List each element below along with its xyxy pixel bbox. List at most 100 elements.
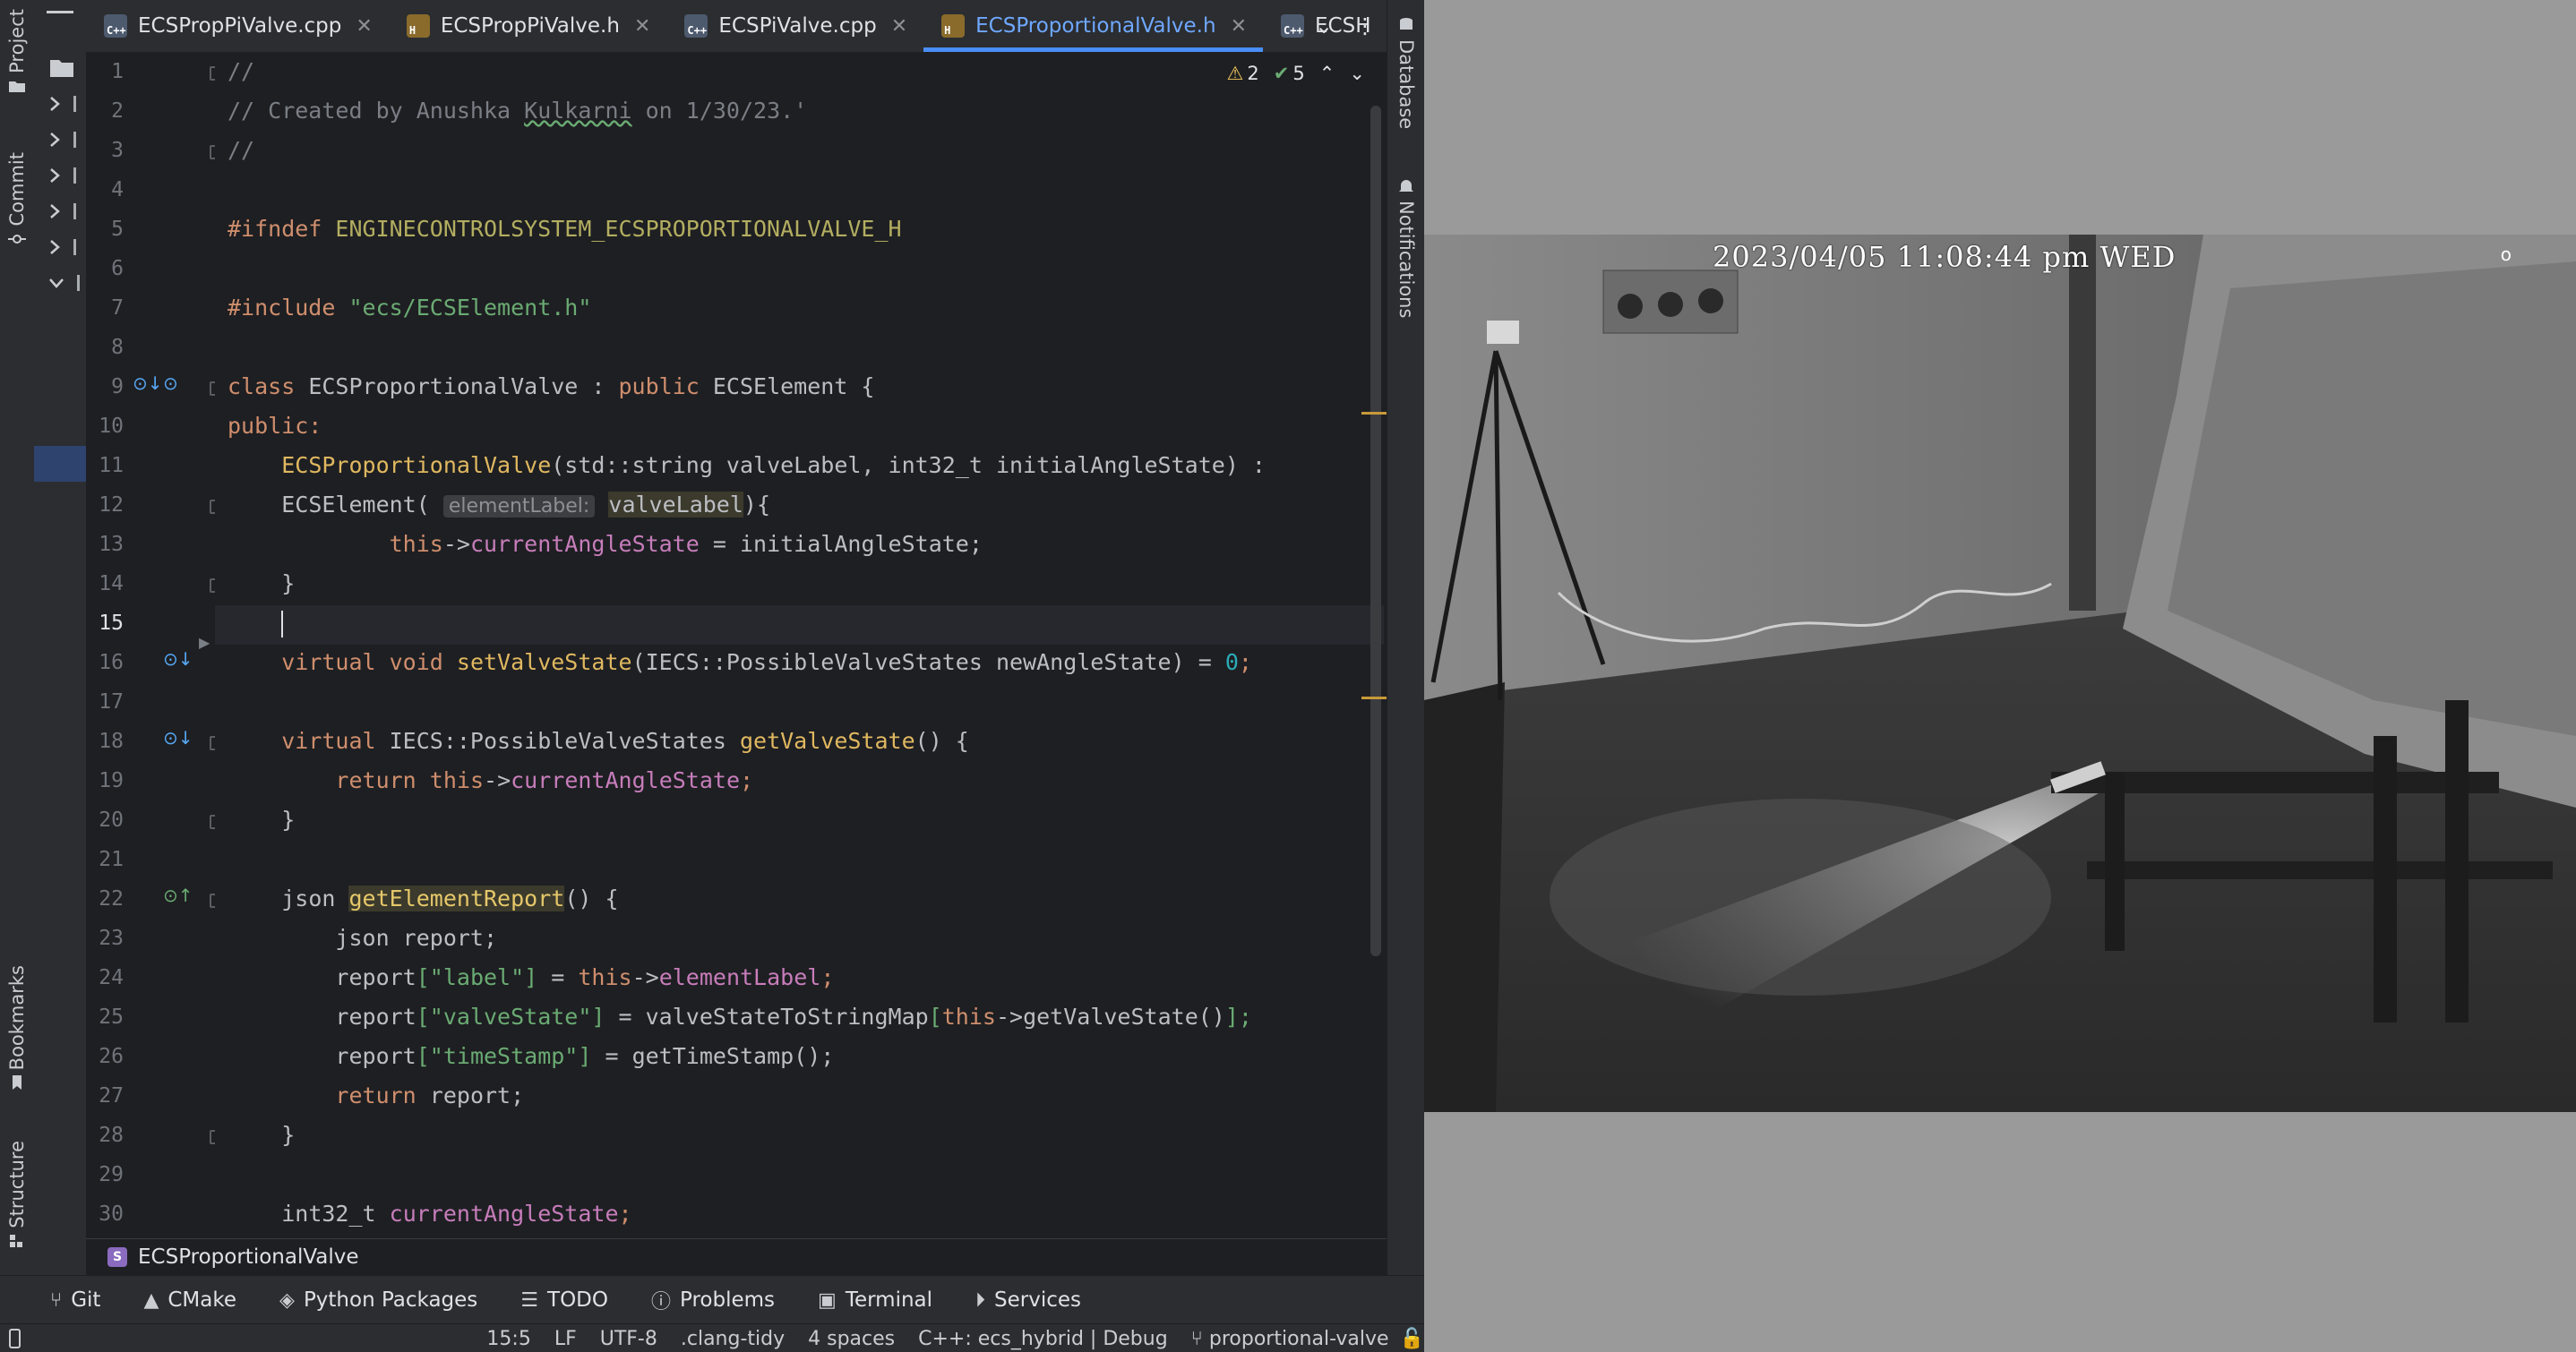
status-bar: 15:5 LF UTF-8 .clang-tidy 4 spaces C++: …: [0, 1323, 1424, 1352]
ok-count: 5: [1292, 63, 1305, 84]
error-stripe-mark[interactable]: [1361, 412, 1387, 415]
line-number: 20: [99, 809, 124, 832]
header-file-icon: H: [941, 14, 966, 38]
tab-label: ECSPropPiValve.cpp: [138, 14, 342, 38]
todo-tool-button[interactable]: ☰ TODO: [520, 1288, 608, 1312]
current-line-highlight: [215, 605, 1384, 645]
chevron-down-icon[interactable]: ⌄: [1349, 63, 1365, 84]
code-line-20: }: [281, 807, 296, 833]
right-tool-strip: Database Notifications: [1387, 0, 1424, 1352]
line-number: 1: [111, 60, 124, 83]
more-options-icon[interactable]: ⋮: [1354, 13, 1376, 39]
chevron-right-icon: [50, 97, 60, 111]
line-number: 18: [99, 730, 124, 753]
code-line-14: }: [281, 570, 296, 596]
structure-tool-tab[interactable]: Structure: [0, 1141, 34, 1248]
line-number: 4: [111, 178, 124, 201]
code-editor[interactable]: // // Created by Anushka Kulkarni on 1/3…: [215, 52, 1384, 1238]
file-encoding[interactable]: UTF-8: [600, 1328, 657, 1350]
database-tab-label: Database: [1395, 39, 1417, 130]
project-tab-label: Project: [6, 9, 28, 73]
project-root-row[interactable]: [34, 50, 86, 86]
line-number: 17: [99, 690, 124, 714]
text-cursor: [281, 611, 284, 637]
chevron-down-icon[interactable]: ⌄: [1315, 13, 1333, 39]
tab-ecs-pi-valve-cpp[interactable]: C++ ECSPiValve.cpp ✕: [666, 0, 923, 52]
line-number: 21: [99, 848, 124, 871]
services-tool-button[interactable]: ⏵ Services: [975, 1288, 1081, 1312]
implemented-down-icon[interactable]: ⊙↓: [133, 372, 163, 394]
close-icon[interactable]: ✕: [891, 15, 907, 38]
close-icon[interactable]: ✕: [1231, 15, 1247, 38]
linter-indicator[interactable]: .clang-tidy: [681, 1328, 785, 1350]
terminal-tool-button[interactable]: ▣ Terminal: [818, 1288, 932, 1312]
tree-row[interactable]: [34, 122, 86, 158]
database-icon: [1400, 18, 1413, 30]
tree-row[interactable]: [34, 229, 86, 265]
structure-tab-label: Structure: [6, 1141, 28, 1228]
tab-ecs-proportional-valve-h[interactable]: H ECSProportionalValve.h ✕: [923, 0, 1263, 52]
indent-indicator[interactable]: 4 spaces: [808, 1328, 895, 1350]
caret-position[interactable]: 15:5: [486, 1328, 530, 1350]
python-packages-tool-button[interactable]: ◈ Python Packages: [279, 1288, 477, 1312]
code-line-5: #ifndef ENGINECONTROLSYSTEM_ECSPROPORTIO…: [228, 216, 902, 242]
line-number: 30: [99, 1202, 124, 1226]
close-icon[interactable]: ✕: [634, 15, 650, 38]
lock-icon[interactable]: 🔓: [1400, 1328, 1424, 1350]
tab-label: ECSPiValve.cpp: [718, 14, 877, 38]
database-tool-tab[interactable]: Database: [1387, 18, 1424, 129]
tree-row[interactable]: [34, 265, 86, 301]
code-line-16: virtual void setValveState(IECS::Possibl…: [281, 649, 1252, 675]
inspection-widget[interactable]: ⚠ 2 ✔ 5 ⌃ ⌄: [1227, 63, 1365, 84]
bookmarks-tool-tab[interactable]: Bookmarks: [0, 965, 34, 1091]
fold-arrow-icon[interactable]: ▶: [199, 634, 210, 651]
terminal-icon: ▣: [818, 1288, 837, 1312]
overrides-up-icon[interactable]: ⊙↑: [163, 885, 193, 906]
code-line-24: report["label"] = this->elementLabel;: [335, 964, 835, 990]
notifications-tool-tab[interactable]: Notifications: [1387, 179, 1424, 318]
camera-timestamp: 2023/04/05 11:08:44 pm WED: [1713, 240, 2177, 274]
implemented-down-icon[interactable]: ⊙↓: [163, 648, 193, 670]
chevron-right-icon: [50, 204, 60, 218]
code-line-2: // Created by Anushka Kulkarni on 1/30/2…: [228, 98, 808, 124]
overrides-icon[interactable]: ⊙: [163, 372, 178, 394]
line-number: 9: [111, 375, 124, 398]
commit-tool-tab[interactable]: Commit: [0, 152, 34, 246]
close-icon[interactable]: ✕: [356, 15, 372, 38]
line-number: 29: [99, 1163, 124, 1186]
implemented-down-icon[interactable]: ⊙↓: [163, 727, 193, 749]
cmake-tool-button[interactable]: ▲ CMake: [143, 1288, 236, 1312]
line-number: 12: [99, 493, 124, 517]
line-separator[interactable]: LF: [554, 1328, 577, 1350]
git-tool-button[interactable]: ⑂ Git: [50, 1288, 100, 1312]
tree-row[interactable]: [34, 193, 86, 229]
line-number: 10: [99, 415, 124, 438]
tree-row[interactable]: [34, 158, 86, 193]
cmake-icon: ▲: [143, 1288, 159, 1312]
code-line-28: }: [281, 1122, 296, 1148]
error-stripe-mark[interactable]: [1361, 697, 1387, 699]
git-branch-widget[interactable]: ⑂ proportional-valve: [1191, 1328, 1389, 1350]
line-number: 2: [111, 99, 124, 123]
code-line-3: //: [228, 137, 255, 163]
line-number-current: 15: [99, 612, 124, 635]
tree-selected-row[interactable]: [34, 446, 86, 482]
tree-row[interactable]: [34, 86, 86, 122]
chevron-right-icon: [50, 168, 60, 183]
tab-ecs-prop-pi-valve-h[interactable]: H ECSPropPiValve.h ✕: [389, 0, 667, 52]
breadcrumb-item[interactable]: ECSProportionalValve: [138, 1245, 359, 1269]
code-line-12: ECSElement( elementLabel: valveLabel){: [281, 492, 771, 518]
problems-tool-button[interactable]: ⓘ Problems: [651, 1286, 775, 1314]
tab-ecs-prop-pi-valve-cpp[interactable]: C++ ECSPropPiValve.cpp ✕: [86, 0, 389, 52]
chevron-right-icon: [50, 133, 60, 147]
panel-toggle-icon[interactable]: [9, 1329, 21, 1348]
bookmark-icon: [13, 1075, 21, 1091]
project-tool-tab[interactable]: Project: [0, 9, 34, 93]
editor-scrollbar[interactable]: [1370, 106, 1381, 956]
camera-corner-mark: o: [2500, 244, 2512, 265]
minimize-icon[interactable]: [47, 11, 73, 13]
chevron-right-icon: [50, 240, 60, 254]
cpp-context[interactable]: C++: ecs_hybrid | Debug: [918, 1328, 1168, 1350]
chevron-up-icon[interactable]: ⌃: [1319, 63, 1335, 84]
tool-window-bar: ⑂ Git ▲ CMake ◈ Python Packages ☰ TODO ⓘ Prob…: [0, 1275, 1424, 1324]
